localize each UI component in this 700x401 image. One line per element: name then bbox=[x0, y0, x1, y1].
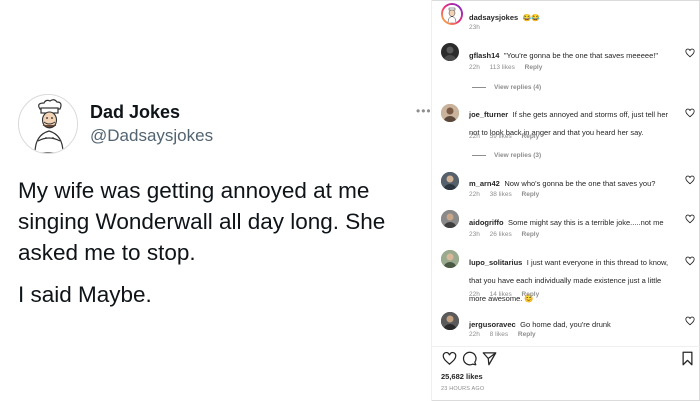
posted-time: 23 HOURS AGO bbox=[441, 386, 485, 392]
comment-username[interactable]: jergusoravec bbox=[469, 320, 516, 329]
comment-likes[interactable]: 8 likes bbox=[490, 331, 508, 338]
more-options-icon[interactable]: ••• bbox=[416, 105, 432, 117]
comment-meta: 22h 59 likes Reply bbox=[469, 133, 547, 140]
comment-meta: 22h 38 likes Reply bbox=[469, 191, 547, 198]
comment-time: 22h bbox=[469, 331, 480, 338]
view-replies-button[interactable]: View replies (3) bbox=[472, 152, 541, 159]
comment-likes[interactable]: 26 likes bbox=[490, 231, 512, 238]
tweet-body: My wife was getting annoyed at me singin… bbox=[18, 175, 418, 310]
caption-time: 23h bbox=[469, 24, 480, 31]
caption-emojis: 😂😂 bbox=[522, 15, 541, 22]
comment-avatar[interactable] bbox=[441, 43, 459, 61]
comment-time: 22h bbox=[469, 64, 480, 71]
like-heart-icon[interactable] bbox=[685, 108, 695, 118]
reply-button[interactable]: Reply bbox=[522, 231, 540, 238]
action-bar bbox=[440, 351, 696, 369]
comment-avatar[interactable] bbox=[441, 172, 459, 190]
author-name: Dad Jokes bbox=[90, 102, 181, 122]
tweet-author: Dad Jokes @Dadsaysjokes bbox=[18, 94, 213, 154]
tweet-text-paragraph-1: My wife was getting annoyed at me singin… bbox=[18, 178, 386, 265]
comments-pane: dadsaysjokes 😂😂 23h gflash14 "You're gon… bbox=[432, 0, 700, 401]
reply-button[interactable]: Reply bbox=[522, 291, 540, 298]
like-heart-icon[interactable] bbox=[685, 214, 695, 224]
comment-text: "You're gonna be the one that saves meee… bbox=[503, 51, 658, 60]
comment-meta: 22h 14 likes Reply bbox=[469, 291, 547, 298]
comment-likes[interactable]: 113 likes bbox=[490, 64, 515, 71]
reply-button[interactable]: Reply bbox=[518, 331, 536, 338]
comment-bubble-icon[interactable] bbox=[462, 351, 477, 366]
comment-username[interactable]: m_arn42 bbox=[469, 179, 500, 188]
comment-meta: 22h 8 likes Reply bbox=[469, 331, 544, 338]
comment-avatar[interactable] bbox=[441, 312, 459, 330]
comment-username[interactable]: gflash14 bbox=[469, 51, 499, 60]
comment-likes[interactable]: 59 likes bbox=[490, 133, 512, 140]
comment-item: aidogriffo Some might say this is a terr… bbox=[469, 212, 679, 230]
likes-count[interactable]: 25,682 likes bbox=[441, 372, 483, 381]
like-heart-icon[interactable] bbox=[685, 316, 695, 326]
reply-button[interactable]: Reply bbox=[522, 133, 540, 140]
caption-avatar[interactable] bbox=[441, 3, 463, 25]
comment-username[interactable]: joe_fturner bbox=[469, 110, 508, 119]
comment-avatar[interactable] bbox=[441, 104, 459, 122]
like-heart-icon[interactable] bbox=[685, 175, 695, 185]
view-replies-button[interactable]: View replies (4) bbox=[472, 84, 541, 91]
like-heart-icon[interactable] bbox=[442, 351, 457, 366]
comment-text: Go home dad, you're drunk bbox=[520, 320, 611, 329]
bookmark-save-icon[interactable] bbox=[680, 351, 695, 366]
comment-text: Some might say this is a terrible joke..… bbox=[508, 218, 664, 227]
share-send-icon[interactable] bbox=[482, 351, 497, 366]
comment-item: gflash14 "You're gonna be the one that s… bbox=[469, 45, 679, 63]
comment-avatar[interactable] bbox=[441, 250, 459, 268]
comment-meta: 23h 26 likes Reply bbox=[469, 231, 547, 238]
like-heart-icon[interactable] bbox=[685, 48, 695, 58]
comment-time: 22h bbox=[469, 191, 480, 198]
post-media-tweet: Dad Jokes @Dadsaysjokes My wife was gett… bbox=[0, 0, 431, 401]
caption-username[interactable]: dadsaysjokes bbox=[469, 13, 518, 22]
tweet-text-paragraph-2: I said Maybe. bbox=[18, 282, 152, 307]
comment-item: jergusoravec Go home dad, you're drunk bbox=[469, 314, 679, 332]
comment-time: 23h bbox=[469, 231, 480, 238]
author-avatar bbox=[18, 94, 78, 154]
comment-text: Now who's gonna be the one that saves yo… bbox=[504, 179, 656, 188]
comment-meta: 22h 113 likes Reply bbox=[469, 64, 550, 71]
reply-button[interactable]: Reply bbox=[525, 64, 543, 71]
caption: dadsaysjokes 😂😂 bbox=[469, 7, 540, 25]
comment-username[interactable]: aidogriffo bbox=[469, 218, 504, 227]
comment-time: 22h bbox=[469, 291, 480, 298]
author-handle: @Dadsaysjokes bbox=[90, 126, 214, 145]
reply-button[interactable]: Reply bbox=[522, 191, 540, 198]
comment-avatar[interactable] bbox=[441, 210, 459, 228]
comment-item: m_arn42 Now who's gonna be the one that … bbox=[469, 173, 679, 191]
comment-time: 22h bbox=[469, 133, 480, 140]
comment-likes[interactable]: 38 likes bbox=[490, 191, 512, 198]
actions-divider bbox=[432, 346, 700, 347]
comment-username[interactable]: lupo_solitarius bbox=[469, 258, 522, 267]
comment-likes[interactable]: 14 likes bbox=[490, 291, 512, 298]
like-heart-icon[interactable] bbox=[685, 256, 695, 266]
